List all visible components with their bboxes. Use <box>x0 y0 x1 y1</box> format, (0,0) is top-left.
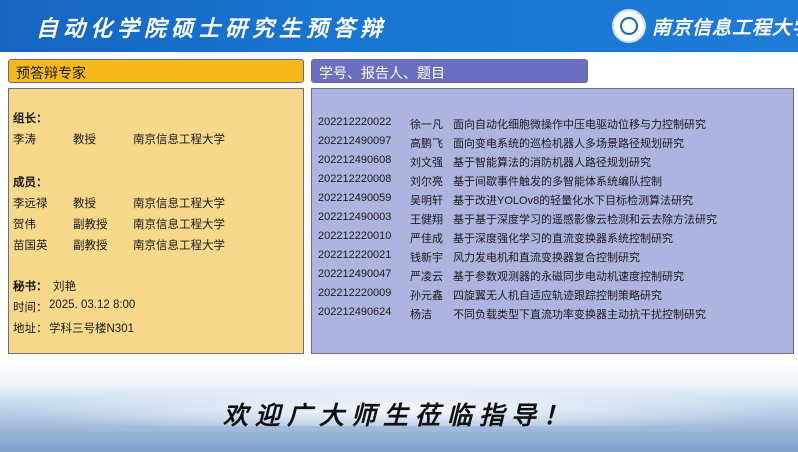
location-label: 地址： <box>13 323 48 335</box>
student-id: 202212490059 <box>318 192 392 204</box>
thesis-topic: 四旋翼无人机自适应轨迹跟踪控制策略研究 <box>453 290 662 302</box>
thesis-topic: 基于参数观测器的永磁同步电动机速度控制研究 <box>453 271 684 283</box>
student-id: 202212490047 <box>318 268 392 280</box>
member-title: 副教授 <box>73 240 108 252</box>
student-name: 孙元鑫 <box>410 290 443 302</box>
student-id: 202212220010 <box>318 230 392 242</box>
student-id: 202212220021 <box>318 249 392 261</box>
thesis-topic: 基于基于深度学习的遥感影像云检测和云去除方法研究 <box>453 214 717 226</box>
committee-heading: 预答辩专家 <box>8 59 304 83</box>
member-name: 贺伟 <box>13 219 36 231</box>
student-name: 钱新宇 <box>410 252 443 264</box>
university-name-logo: 南京信息工程大学 <box>652 17 798 39</box>
students-heading: 学号、报告人、题目 <box>311 59 588 83</box>
chair-org: 南京信息工程大学 <box>133 134 225 146</box>
member-name: 李远禄 <box>13 198 48 210</box>
student-name: 王健翔 <box>410 214 443 226</box>
thesis-topic: 基于深度强化学习的直流变换器系统控制研究 <box>453 233 673 245</box>
member-title: 教授 <box>73 198 96 210</box>
location-value: 学科三号楼N301 <box>49 323 134 335</box>
members-label: 成员： <box>13 177 48 189</box>
student-name: 严凌云 <box>410 271 443 283</box>
thesis-topic: 不同负载类型下直流功率变换器主动抗干扰控制研究 <box>453 309 706 321</box>
thesis-topic: 基于智能算法的消防机器人路径规划研究 <box>453 157 651 169</box>
student-id: 202212220022 <box>318 116 392 128</box>
member-title: 副教授 <box>73 219 108 231</box>
thesis-topic: 风力发电机和直流变换器复合控制研究 <box>453 252 640 264</box>
student-id: 202212220008 <box>318 173 392 185</box>
member-org: 南京信息工程大学 <box>133 219 225 231</box>
university-seal-icon <box>612 9 646 43</box>
secretary-name: 刘艳 <box>53 281 76 293</box>
committee-panel: 组长： 李涛 教授 南京信息工程大学 成员： 李远禄 教授 南京信息工程大学 贺… <box>8 88 304 354</box>
secretary-label: 秘书： <box>13 281 48 293</box>
page-title: 自动化学院硕士研究生预答辩 <box>36 16 388 42</box>
committee-heading-label: 预答辩专家 <box>16 65 86 81</box>
student-id: 202212490624 <box>318 306 392 318</box>
header-banner: 自动化学院硕士研究生预答辩 南京信息工程大学 <box>0 0 798 52</box>
chair-label: 组长： <box>13 113 48 125</box>
student-name: 徐一凡 <box>410 119 443 131</box>
student-id: 202212220009 <box>318 287 392 299</box>
students-panel: 202212220022 徐一凡 面向自动化细胞微操作中压电驱动位移与力控制研究… <box>311 88 794 354</box>
chair-name: 李涛 <box>13 134 36 146</box>
member-org: 南京信息工程大学 <box>133 198 225 210</box>
chair-title: 教授 <box>73 134 96 146</box>
student-id: 202212490003 <box>318 211 392 223</box>
member-org: 南京信息工程大学 <box>133 240 225 252</box>
students-heading-label: 学号、报告人、题目 <box>319 65 445 81</box>
student-name: 刘文强 <box>410 157 443 169</box>
student-id: 202212490097 <box>318 135 392 147</box>
student-name: 严佳成 <box>410 233 443 245</box>
student-name: 高鹏飞 <box>410 138 443 150</box>
student-name: 杨洁 <box>410 309 432 321</box>
student-name: 吴明轩 <box>410 195 443 207</box>
member-name: 苗国英 <box>13 240 48 252</box>
welcome-slogan: 欢迎广大师生莅临指导！ <box>222 401 575 430</box>
thesis-topic: 面向自动化细胞微操作中压电驱动位移与力控制研究 <box>453 119 706 131</box>
thesis-topic: 基于间歇事件触发的多智能体系统编队控制 <box>453 176 662 188</box>
time-label: 时间： <box>13 302 48 314</box>
time-value: 2025. 03.12 8:00 <box>49 299 136 311</box>
thesis-topic: 基于改进YOLOv8的轻量化水下目标检测算法研究 <box>453 195 694 207</box>
thesis-topic: 面向变电系统的巡检机器人多场景路径规划研究 <box>453 138 684 150</box>
student-id: 202212490608 <box>318 154 392 166</box>
student-name: 刘尔亮 <box>410 176 443 188</box>
